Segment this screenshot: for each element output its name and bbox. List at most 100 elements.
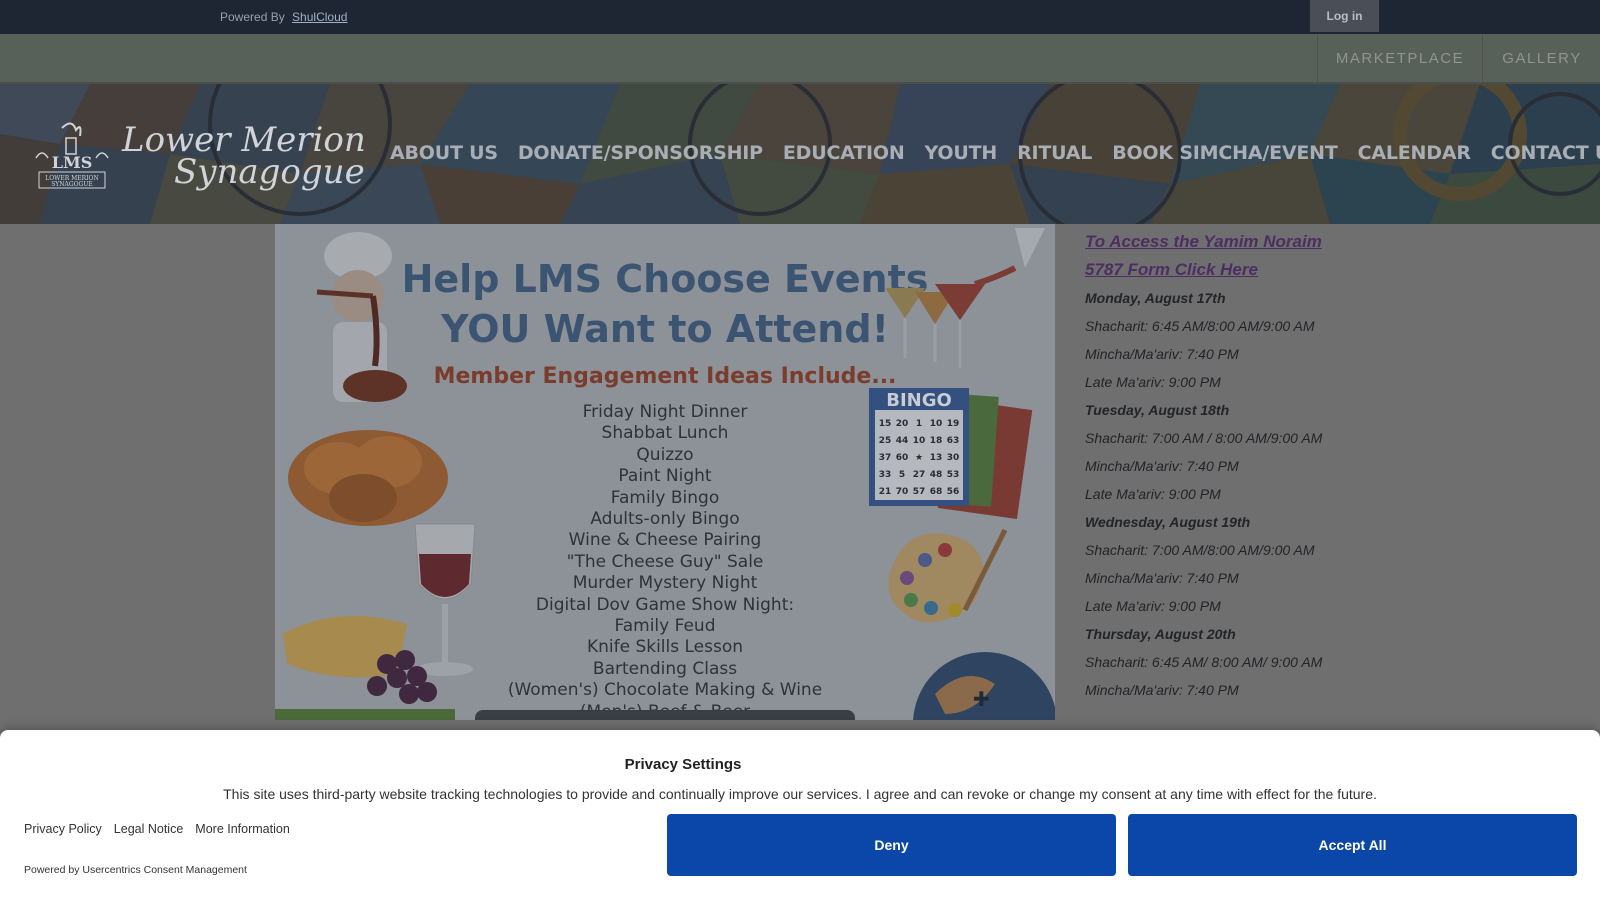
logo-word-synagogue: Synagogue (174, 152, 365, 192)
bingo-number: 13 (930, 453, 943, 463)
bingo-number: 70 (896, 487, 909, 497)
bingo-number: 60 (896, 453, 909, 463)
flyer-event-item: Quizzo (636, 444, 694, 465)
schedule-time-line: Late Ma'ariv: 9:00 PM (1085, 486, 1221, 502)
bingo-number: 15 (879, 419, 892, 429)
bingo-number: 19 (947, 419, 960, 429)
nav-item-about-us[interactable]: ABOUT US (380, 142, 508, 164)
bingo-number: 63 (947, 436, 960, 446)
accept-all-button[interactable]: Accept All (1128, 814, 1577, 876)
bingo-number: 20 (896, 419, 909, 429)
globe-illustration: ✚ (913, 652, 1055, 720)
nav-item-contact-us[interactable]: CONTACT US (1481, 142, 1600, 164)
privacy-title: Privacy Settings (624, 756, 742, 773)
flyer-event-item: Shabbat Lunch (601, 423, 729, 444)
events-flyer[interactable]: Help LMS Choose Events YOU Want to Atten… (275, 224, 1055, 720)
nav-item-marketplace[interactable]: MARKETPLACE (1317, 34, 1482, 82)
bingo-number: 53 (947, 470, 960, 480)
schedule-time-line: Mincha/Ma'ariv: 7:40 PM (1085, 458, 1239, 474)
schedule-time-line: Mincha/Ma'ariv: 7:40 PM (1085, 682, 1239, 698)
main-nav: ABOUT US DONATE/SPONSORSHIP EDUCATION YO… (380, 142, 1600, 164)
bingo-cards-illustration: BINGO 15 20 1 10 19 25 44 10 18 63 37 60 ★ 13 30 33 5 27 4… (869, 388, 1033, 520)
schedule-time-line: Late Ma'ariv: 9:00 PM (1085, 374, 1221, 390)
flyer-event-item: "The Cheese Guy" Sale (566, 551, 764, 572)
secondary-nav: MARKETPLACE GALLERY (0, 34, 1600, 84)
schedule-lines: Monday, August 17th Shacharit: 6:45 AM/8:… (1085, 284, 1355, 704)
flyer-event-item: Family Feud (614, 616, 716, 637)
schedule-time-line: Shacharit: 6:45 AM/ 8:00 AM/ 9:00 AM (1085, 654, 1323, 670)
bingo-number: ★ (915, 453, 923, 463)
logo-wordmark[interactable]: Lower Merion Synagogue (122, 123, 366, 192)
bingo-number: 48 (930, 470, 943, 480)
deny-button[interactable]: Deny (667, 814, 1116, 876)
logo-initials: LMS (52, 153, 93, 172)
nav-item-donate[interactable]: DONATE/SPONSORSHIP (508, 142, 773, 164)
privacy-text: This site uses third-party website track… (223, 786, 1377, 802)
legal-notice-link[interactable]: Legal Notice (114, 822, 184, 836)
bingo-number: 21 (879, 487, 892, 497)
privacy-policy-link[interactable]: Privacy Policy (24, 822, 102, 836)
svg-text:✚: ✚ (973, 687, 990, 711)
flyer-event-item: Digital Dov Game Show Night: (535, 594, 795, 615)
powered-by-label: Powered By (220, 10, 285, 24)
lms-logo-icon[interactable]: LMS LOWER MERION SYNAGOGUE (32, 118, 112, 192)
schedule-time-line: Mincha/Ma'ariv: 7:40 PM (1085, 346, 1239, 362)
login-button[interactable]: Log in (1310, 0, 1379, 32)
schedule-time-line: Mincha/Ma'ariv: 7:40 PM (1085, 570, 1239, 586)
usercentrics-attribution: Powered by Usercentrics Consent Manageme… (24, 864, 247, 876)
flyer-event-item: (Women's) Chocolate Making & Wine (507, 680, 823, 701)
nav-item-education[interactable]: EDUCATION (773, 142, 915, 164)
bingo-number: 10 (913, 436, 926, 446)
privacy-banner: Privacy Settings This site uses third-pa… (0, 730, 1600, 900)
bingo-number: 5 (899, 470, 905, 480)
yamim-noraim-form-link[interactable]: To Access the Yamim Noraim 5787 Form Cli… (1085, 228, 1355, 284)
top-bar: Powered By ShulCloud Log in (0, 0, 1600, 34)
flyer-event-item: Murder Mystery Night (572, 573, 758, 594)
bingo-number: 25 (879, 436, 892, 446)
bingo-number: 30 (947, 453, 960, 463)
nav-item-calendar[interactable]: CALENDAR (1348, 142, 1481, 164)
flyer-event-item: Friday Night Dinner (582, 402, 748, 422)
site-header: LMS LOWER MERION SYNAGOGUE Lower Merion … (0, 84, 1600, 224)
bingo-number: 10 (930, 419, 943, 429)
shulcloud-link[interactable]: ShulCloud (292, 10, 347, 24)
schedule-time-line: Shacharit: 7:00 AM/8:00 AM/9:00 AM (1085, 542, 1315, 558)
schedule-day-heading: Tuesday, August 18th (1085, 402, 1230, 418)
flyer-event-item: Paint Night (618, 466, 712, 487)
nav-item-youth[interactable]: YOUTH (915, 142, 1008, 164)
schedule-time-line: Shacharit: 6:45 AM/8:00 AM/9:00 AM (1085, 318, 1315, 334)
flyer-bottom-pill (475, 710, 855, 720)
flyer-event-item: Adults-only Bingo (590, 509, 740, 530)
flyer-bottom-strip (275, 709, 455, 720)
schedule-time-line: Late Ma'ariv: 9:00 PM (1085, 598, 1221, 614)
bingo-number: 44 (896, 436, 909, 446)
bingo-number: 33 (879, 470, 892, 480)
schedule-day-heading: Thursday, August 20th (1085, 626, 1236, 642)
bingo-number: 1 (916, 419, 922, 429)
bingo-number: 57 (913, 487, 926, 497)
cocktail-glasses-illustration (885, 228, 1045, 368)
paint-palette-illustration (888, 528, 1008, 623)
schedule-day-heading: Wednesday, August 19th (1085, 514, 1251, 530)
bingo-number: 18 (930, 436, 943, 446)
cheese-grapes-illustration (283, 616, 437, 704)
bingo-number: 27 (913, 470, 926, 480)
svg-text:SYNAGOGUE: SYNAGOGUE (51, 181, 93, 188)
flyer-event-item: Family Bingo (610, 487, 720, 508)
bingo-number: 68 (930, 487, 943, 497)
bingo-number: 56 (947, 487, 960, 497)
bingo-card-label: BINGO (886, 390, 952, 411)
flyer-event-list: Friday Night Dinner Shabbat Lunch Quizzo Pa… (455, 402, 875, 720)
flyer-event-item: Bartending Class (592, 658, 738, 679)
flyer-event-item: Knife Skills Lesson (586, 637, 744, 658)
powered-by: Powered By ShulCloud (220, 10, 347, 24)
nav-item-book-simcha[interactable]: BOOK SIMCHA/EVENT (1102, 142, 1347, 164)
flyer-event-item: Wine & Cheese Pairing (568, 530, 762, 551)
service-schedule: To Access the Yamim Noraim 5787 Form Cli… (1085, 224, 1355, 704)
more-information-link[interactable]: More Information (195, 822, 289, 836)
privacy-links: Privacy Policy Legal Notice More Informa… (24, 822, 290, 836)
schedule-time-line: Shacharit: 7:00 AM / 8:00 AM/9:00 AM (1085, 430, 1323, 446)
nav-item-ritual[interactable]: RITUAL (1007, 142, 1102, 164)
schedule-day-heading: Monday, August 17th (1085, 290, 1226, 306)
nav-item-gallery[interactable]: GALLERY (1482, 34, 1600, 82)
